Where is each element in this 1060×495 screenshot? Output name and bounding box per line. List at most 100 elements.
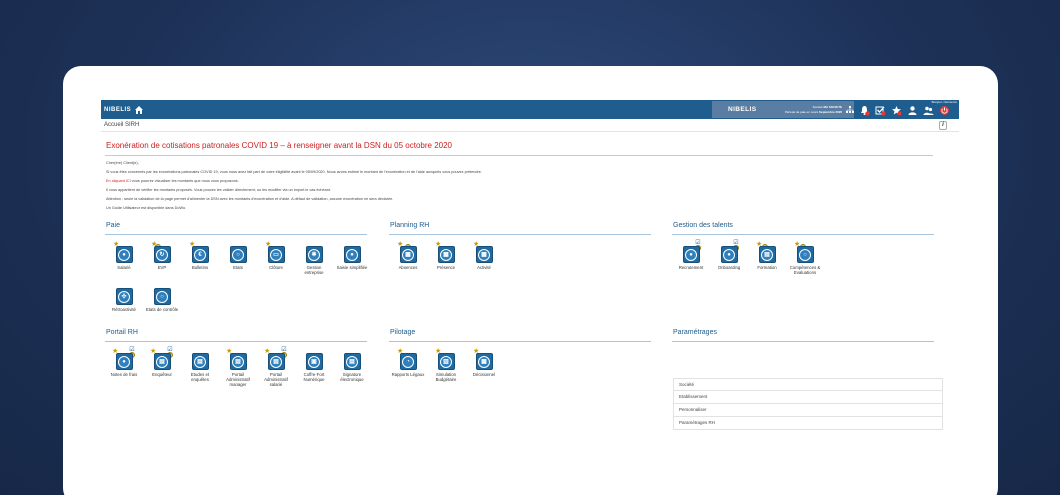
tile-label: Gestion entreprise <box>304 265 324 275</box>
tile-activite[interactable]: ★ ▦ Activité <box>467 241 501 270</box>
magnifier-icon: ○ <box>153 288 171 305</box>
tile-label: Compétences & Evaluations <box>789 265 821 275</box>
safe-icon: ▣ <box>305 353 323 370</box>
tile-formation[interactable]: ★ ▤ Formation <box>750 241 784 270</box>
calendar-icon: ▦ <box>399 246 417 263</box>
certificate-icon: ▤ <box>758 246 776 263</box>
euro-icon: € <box>191 246 209 263</box>
tile-label: Coffre-Fort Numérique <box>303 372 325 382</box>
top-bar: NIBELIS NIBELIS Société MA SOCIETE Pério… <box>101 100 959 119</box>
section-title-parametrages: Paramétrages <box>673 329 717 336</box>
info-button[interactable]: i <box>939 121 947 130</box>
tile-label: Clôture <box>269 265 283 270</box>
tile-label: Onboarding <box>717 265 741 270</box>
tile-label: Signature électronique <box>340 372 364 382</box>
tile-label: Rétroactivité <box>112 307 136 312</box>
tile-evp[interactable]: ★ ↻ EVP <box>145 241 179 270</box>
gear-icon: ✱ <box>305 246 323 263</box>
top-icons <box>859 103 950 116</box>
company-logo: NIBELIS <box>728 106 757 113</box>
notice-divider <box>105 155 933 156</box>
tile-salarie[interactable]: ★ ● Salarié <box>107 241 141 270</box>
section-title-pilotage: Pilotage <box>390 329 416 336</box>
tile-label: EVP <box>157 265 167 270</box>
tile-cloture[interactable]: ★ ▭ Clôture <box>259 241 293 270</box>
notice-line-5: Un Guide Utilisateur est disponible dans… <box>106 206 187 210</box>
tile-retroactivite[interactable]: ✣ Rétroactivité <box>107 288 141 312</box>
notice-link[interactable]: En cliquant ICI <box>106 179 131 183</box>
tile-label: Activité <box>477 265 491 270</box>
calendar-icon: ▦ <box>437 246 455 263</box>
period-value: Septembre 2020 <box>819 109 843 114</box>
app-window: NIBELIS NIBELIS Société MA SOCIETE Pério… <box>101 100 959 495</box>
star-icon[interactable] <box>891 103 902 116</box>
section-divider-paie <box>105 234 367 235</box>
param-item-societe[interactable]: Société <box>673 378 943 391</box>
section-divider-pilotage <box>389 341 651 342</box>
calendar-icon: ▦ <box>475 246 493 263</box>
tile-competences[interactable]: ★ ○ Compétences & Evaluations <box>788 241 822 275</box>
param-item-etablissement[interactable]: Etablissement <box>673 391 943 404</box>
cash-icon: ▭ <box>267 246 285 263</box>
power-icon[interactable] <box>939 103 950 115</box>
tile-coffre-fort[interactable]: ▣ Coffre-Fort Numérique <box>297 353 331 382</box>
breadcrumb: Accueil SIRH i <box>101 119 959 132</box>
tile-simulation-budgetaire[interactable]: ★ ▥ Simulation Budgétaire <box>429 348 463 382</box>
home-icon[interactable] <box>134 105 144 115</box>
tile-label: Simulation Budgétaire <box>435 372 457 382</box>
app-logo[interactable]: NIBELIS <box>104 107 132 113</box>
tile-decisionnel[interactable]: ★ ▦ Décisionnel <box>467 348 501 377</box>
tile-label: Absences <box>398 265 418 270</box>
tile-signature[interactable]: ▤ Signature électronique <box>335 353 369 382</box>
notice-line-4: Attention : seule la validation de la pa… <box>106 197 394 201</box>
tile-label: Formation <box>757 265 777 270</box>
org-chart-icon[interactable] <box>846 106 854 113</box>
tile-etudes-enquetes[interactable]: ▤ Etudes et enquêtes <box>183 353 217 382</box>
tile-label: Bulletins <box>191 265 209 270</box>
tile-notes-frais[interactable]: ★ ☑ ● Notes de frais <box>107 347 141 377</box>
gauge-icon: ◔ <box>399 353 417 370</box>
tile-portail-manager[interactable]: ★ ▤ Portail Administratif manager <box>221 348 255 387</box>
param-item-parametrages-rh[interactable]: Paramétrages RH <box>673 417 943 430</box>
tile-rapports-legaux[interactable]: ★ ◔ Rapports Légaux <box>391 348 425 377</box>
person-icon: ● <box>115 246 133 263</box>
tile-label: Décisionnel <box>472 372 496 377</box>
bell-icon[interactable] <box>859 103 870 116</box>
tile-enqueteur[interactable]: ★ ☑ ▤ Enquêteur <box>145 347 179 377</box>
section-title-talents: Gestion des talents <box>673 222 733 229</box>
screenshot-card: NIBELIS NIBELIS Société MA SOCIETE Pério… <box>63 66 998 495</box>
tile-label: Portail Administratif salarié <box>264 372 288 387</box>
tile-label: Recrutement <box>678 265 704 270</box>
company-selector[interactable]: NIBELIS Société MA SOCIETE Période de pa… <box>712 101 854 118</box>
tile-portail-salarie[interactable]: ★ ☑ ▤ Portail Administratif salarié <box>259 347 293 387</box>
tile-label: Salarié <box>117 265 131 270</box>
expense-icon: ● <box>115 353 133 370</box>
tile-presence[interactable]: ★ ▦ Présence <box>429 241 463 270</box>
notice-line-2-rest: vous pourrez visualiser les montants que… <box>130 179 239 183</box>
tile-bulletins[interactable]: ★ € Bulletins <box>183 241 217 270</box>
tile-gestion-entreprise[interactable]: ✱ Gestion entreprise <box>297 246 331 275</box>
notice-title: Exonération de cotisations patronales CO… <box>106 141 452 150</box>
tile-etats[interactable]: ○ Etats <box>221 246 255 270</box>
tile-absences[interactable]: ★ ▦ Absences <box>391 241 425 270</box>
user-icon[interactable] <box>907 103 918 115</box>
tile-saisie-simplifiee[interactable]: ● Saisie simplifiée <box>335 246 369 270</box>
section-divider-parametrages <box>672 341 934 342</box>
notice-line-2: En cliquant ICI vous pourrez visualiser … <box>106 179 239 183</box>
tile-label: Portail Administratif manager <box>226 372 250 387</box>
section-divider-planning <box>389 234 651 235</box>
tasks-check-icon[interactable] <box>875 103 886 116</box>
document-icon: ▤ <box>229 353 247 370</box>
person-icon: ● <box>682 246 700 263</box>
tile-etats-controle[interactable]: ○ Etats de contrôle <box>145 288 179 312</box>
period-label: Période de paie en cours <box>784 109 819 114</box>
tile-onboarding[interactable]: ☑ ● Onboarding <box>712 240 746 270</box>
tile-recrutement[interactable]: ☑ ● Recrutement <box>674 240 708 270</box>
notice-greeting: Cher(ère) Client(e), <box>106 161 139 165</box>
notice-line-3: Il vous appartient de vérifier les monta… <box>106 188 331 192</box>
tile-label: Enquêteur <box>152 372 172 377</box>
param-item-personnaliser[interactable]: Personnaliser <box>673 404 943 417</box>
person-icon: ● <box>720 246 738 263</box>
users-icon[interactable] <box>923 103 934 115</box>
network-icon: ✣ <box>115 288 133 305</box>
